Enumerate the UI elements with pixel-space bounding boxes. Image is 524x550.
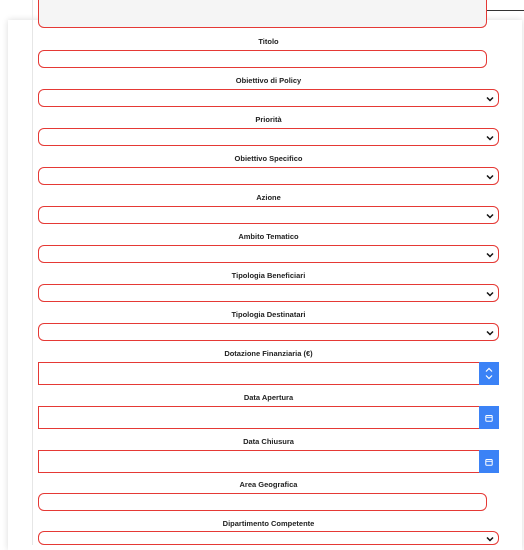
- data-chiusura-input[interactable]: [38, 450, 499, 473]
- tipologia-beneficiari-label: Tipologia Beneficiari: [231, 271, 306, 280]
- chevron-down-icon: [486, 330, 494, 336]
- calendar-icon: [485, 414, 493, 422]
- obiettivo-policy-select[interactable]: [38, 89, 499, 107]
- titolo-input[interactable]: [38, 50, 487, 68]
- titolo-label: Titolo: [258, 37, 279, 46]
- chevron-down-icon: [486, 213, 494, 219]
- left-divider: [32, 0, 33, 545]
- dipartimento-competente-label: Dipartimento Competente: [222, 519, 315, 528]
- data-chiusura-calendar-button[interactable]: [479, 450, 499, 473]
- chevron-down-icon: [486, 135, 494, 141]
- obiettivo-specifico-label: Obiettivo Specifico: [234, 154, 303, 163]
- obiettivo-policy-label: Obiettivo di Policy: [235, 76, 302, 85]
- chevron-down-icon: [486, 174, 494, 180]
- number-stepper[interactable]: [479, 362, 499, 385]
- area-geografica-input[interactable]: [38, 493, 487, 511]
- tipologia-beneficiari-select[interactable]: [38, 284, 499, 302]
- priorita-label: Priorità: [255, 115, 282, 124]
- calendar-icon: [485, 458, 493, 466]
- data-chiusura-label: Data Chiusura: [243, 437, 294, 446]
- ambito-tematico-label: Ambito Tematico: [238, 232, 299, 241]
- stepper-up-icon[interactable]: [485, 367, 493, 373]
- azione-select[interactable]: [38, 206, 499, 224]
- data-apertura-calendar-button[interactable]: [479, 406, 499, 429]
- chevron-down-icon: [486, 291, 494, 297]
- data-apertura-label: Data Apertura: [243, 393, 294, 402]
- obiettivo-specifico-select[interactable]: [38, 167, 499, 185]
- tipologia-destinatari-select[interactable]: [38, 323, 499, 341]
- tipologia-destinatari-label: Tipologia Destinatari: [231, 310, 306, 319]
- area-geografica-label: Area Geografica: [239, 480, 298, 489]
- previous-field-bottom[interactable]: [38, 0, 487, 28]
- dipartimento-competente-select[interactable]: [38, 531, 499, 545]
- chevron-down-icon: [486, 96, 494, 102]
- chevron-down-icon: [486, 536, 494, 542]
- dotazione-finanziaria-input[interactable]: [38, 362, 499, 385]
- priorita-select[interactable]: [38, 128, 499, 146]
- dotazione-finanziaria-label: Dotazione Finanziaria (€): [224, 349, 313, 358]
- stepper-down-icon[interactable]: [485, 374, 493, 380]
- ambito-tematico-select[interactable]: [38, 245, 499, 263]
- data-apertura-input[interactable]: [38, 406, 499, 429]
- chevron-down-icon: [486, 252, 494, 258]
- azione-label: Azione: [256, 193, 281, 202]
